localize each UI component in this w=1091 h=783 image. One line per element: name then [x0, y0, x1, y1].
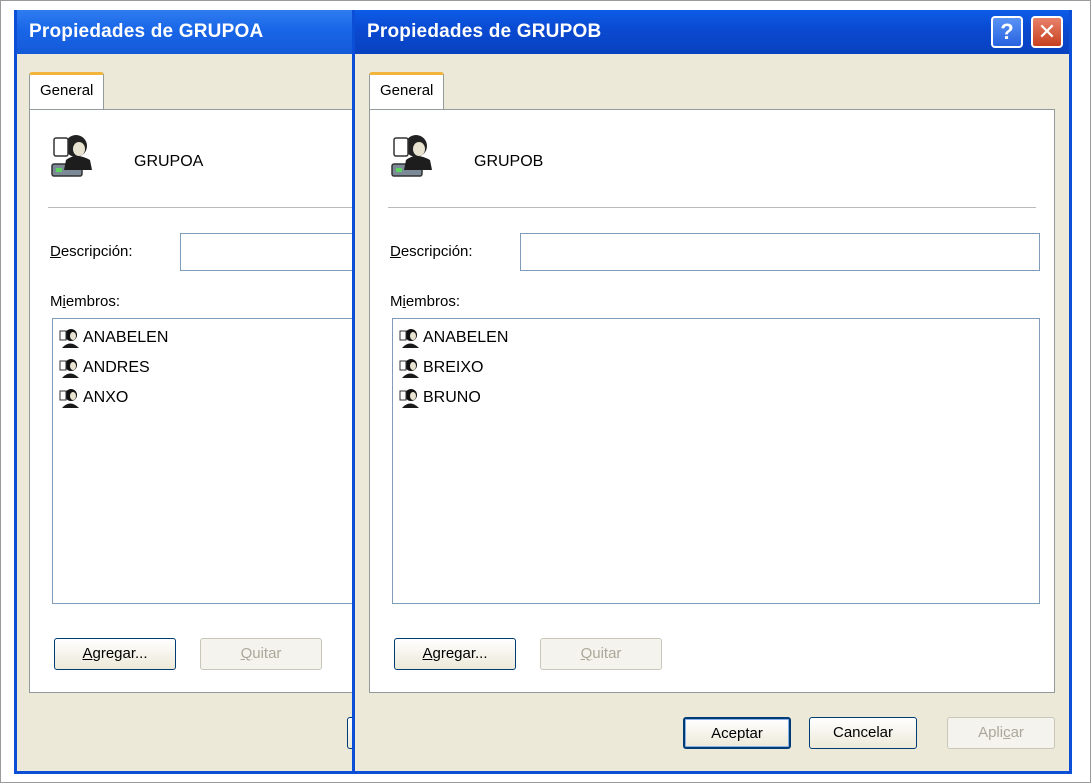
user-icon: [399, 329, 419, 348]
description-label: Descripción:: [50, 243, 133, 260]
member-name: ANABELEN: [83, 329, 169, 346]
add-member-button[interactable]: Agregar...: [54, 638, 176, 670]
members-label: Miembros:: [50, 293, 121, 310]
list-item[interactable]: ANABELEN: [59, 323, 389, 353]
list-item[interactable]: BRUNO: [399, 383, 1033, 413]
window-title: Propiedades de GRUPOB: [367, 21, 602, 42]
title-bar[interactable]: Propiedades de GRUPOB ? ✕: [355, 10, 1069, 54]
user-icon: [59, 389, 79, 408]
user-icon: [59, 329, 79, 348]
separator: [388, 207, 1036, 209]
remove-member-button[interactable]: Quitar: [540, 638, 662, 670]
group-properties-window-b: Propiedades de GRUPOB ? ✕ General GRUPOB…: [352, 10, 1072, 774]
add-member-button[interactable]: Agregar...: [394, 638, 516, 670]
user-icon: [399, 359, 419, 378]
user-icon: [399, 389, 419, 408]
list-item[interactable]: BREIXO: [399, 353, 1033, 383]
tab-general[interactable]: General: [29, 72, 105, 110]
list-item[interactable]: ANDRES: [59, 353, 389, 383]
close-button[interactable]: ✕: [1031, 16, 1063, 48]
apply-button[interactable]: Aplicar: [947, 717, 1055, 749]
remove-member-button[interactable]: Quitar: [200, 638, 322, 670]
list-item[interactable]: ANABELEN: [399, 323, 1033, 353]
group-users-icon: [51, 135, 92, 177]
window-title: Propiedades de GRUPOA: [29, 21, 264, 42]
title-bar[interactable]: Propiedades de GRUPOA: [17, 10, 391, 54]
member-name: BREIXO: [423, 359, 484, 376]
description-input[interactable]: [520, 233, 1040, 271]
description-label: Descripción:: [390, 243, 473, 260]
user-icon: [59, 359, 79, 378]
member-name: ANXO: [83, 389, 129, 406]
group-users-icon: [391, 135, 432, 177]
members-label: Miembros:: [390, 293, 461, 310]
general-panel: GRUPOA Descripción: Miembros: ANABELEN A…: [29, 109, 391, 693]
member-name: BRUNO: [423, 389, 481, 406]
separator: [48, 207, 391, 209]
ok-button[interactable]: Aceptar: [683, 717, 791, 749]
members-list[interactable]: ANABELEN ANDRES ANXO: [52, 318, 391, 604]
help-button[interactable]: ?: [991, 16, 1023, 48]
member-name: ANABELEN: [423, 329, 509, 346]
cancel-button[interactable]: Cancelar: [809, 717, 917, 749]
group-name: GRUPOA: [134, 153, 204, 170]
list-item[interactable]: ANXO: [59, 383, 389, 413]
general-panel: GRUPOB Descripción: Miembros: ANABELEN B…: [369, 109, 1055, 693]
member-name: ANDRES: [83, 359, 150, 376]
members-list[interactable]: ANABELEN BREIXO BRUNO: [392, 318, 1040, 604]
tab-general[interactable]: General: [369, 72, 445, 110]
group-properties-window-a: Propiedades de GRUPOA General GRUPOA Des…: [14, 10, 394, 774]
group-name: GRUPOB: [474, 153, 544, 170]
